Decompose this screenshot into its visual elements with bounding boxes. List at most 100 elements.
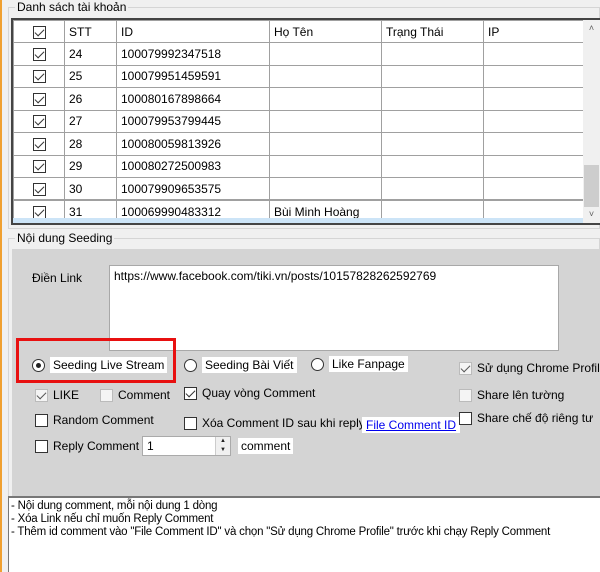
table-row[interactable]: 29 100080272500983 <box>13 154 585 178</box>
option-reply-comment[interactable]: Reply Comment <box>35 439 139 453</box>
option-share-wall[interactable]: Share lên tường <box>459 388 564 402</box>
reply-comment-checkbox[interactable] <box>35 439 48 453</box>
scroll-down-icon[interactable]: ˅ <box>583 206 600 223</box>
scroll-up-icon[interactable]: ˄ <box>583 20 600 37</box>
accounts-grid[interactable]: STT ID Họ Tên Trạng Thái IP 24 1000799923… <box>11 18 600 225</box>
column-header-status[interactable]: Trạng Thái <box>381 20 484 43</box>
like-label: LIKE <box>53 388 80 402</box>
radio-bai-viet[interactable] <box>184 358 197 372</box>
cell-status[interactable] <box>381 42 484 66</box>
share-wall-checkbox[interactable] <box>459 388 472 402</box>
cell-stt[interactable]: 26 <box>64 87 117 111</box>
table-row[interactable]: 24 100079992347518 <box>13 42 585 66</box>
cell-status[interactable] <box>381 64 484 88</box>
row-checkbox[interactable] <box>32 115 46 129</box>
row-select-cell[interactable] <box>13 42 65 66</box>
cell-ip[interactable] <box>483 177 585 201</box>
scroll-thumb[interactable] <box>584 165 599 207</box>
reply-count-stepper[interactable]: 1 ▲ ▼ <box>142 436 231 456</box>
cell-name[interactable] <box>269 64 382 88</box>
row-checkbox[interactable] <box>32 182 46 196</box>
file-comment-id-link[interactable]: File Comment ID <box>362 417 461 433</box>
cell-stt[interactable]: 28 <box>64 132 117 156</box>
option-rotate-comment[interactable]: Quay vòng Comment <box>184 386 315 400</box>
comment-checkbox[interactable] <box>100 388 113 402</box>
row-checkbox[interactable] <box>32 160 46 174</box>
row-select-cell[interactable] <box>13 64 65 88</box>
cell-id[interactable]: 100080167898664 <box>116 87 270 111</box>
select-all-checkbox[interactable] <box>32 25 46 39</box>
mode-like-fanpage[interactable]: Like Fanpage <box>311 356 408 372</box>
cell-id[interactable]: 100080059813926 <box>116 132 270 156</box>
cell-ip[interactable] <box>483 154 585 178</box>
cell-name[interactable] <box>269 132 382 156</box>
use-chrome-profile-checkbox[interactable] <box>459 361 472 375</box>
cell-id[interactable]: 100079953799445 <box>116 109 270 133</box>
cell-status[interactable] <box>381 132 484 156</box>
link-input[interactable]: https://www.facebook.com/tiki.vn/posts/1… <box>109 265 559 351</box>
stepper-buttons[interactable]: ▲ ▼ <box>215 437 230 455</box>
option-share-private[interactable]: Share chế độ riêng tư <box>459 411 593 425</box>
cell-id[interactable]: 100079992347518 <box>116 42 270 66</box>
cell-stt[interactable]: 25 <box>64 64 117 88</box>
row-select-cell[interactable] <box>13 132 65 156</box>
option-like[interactable]: LIKE <box>35 388 79 402</box>
header-select-all[interactable] <box>13 20 65 43</box>
row-checkbox[interactable] <box>32 205 46 219</box>
row-select-cell[interactable] <box>13 154 65 178</box>
table-row[interactable]: 28 100080059813926 <box>13 132 585 156</box>
cell-status[interactable] <box>381 109 484 133</box>
row-checkbox[interactable] <box>32 70 46 84</box>
option-comment[interactable]: Comment <box>100 388 170 402</box>
cell-ip[interactable] <box>483 64 585 88</box>
table-row[interactable]: 25 100079951459591 <box>13 64 585 88</box>
cell-ip[interactable] <box>483 109 585 133</box>
option-random-comment[interactable]: Random Comment <box>35 413 154 427</box>
cell-status[interactable] <box>381 177 484 201</box>
cell-stt[interactable]: 24 <box>64 42 117 66</box>
row-select-cell[interactable] <box>13 109 65 133</box>
cell-id[interactable]: 100079909653575 <box>116 177 270 201</box>
like-checkbox[interactable] <box>35 388 48 402</box>
reply-count-value[interactable]: 1 <box>147 439 154 453</box>
radio-like-fanpage[interactable] <box>311 357 324 371</box>
option-use-chrome-profile[interactable]: Sử dụng Chrome Profile <box>459 361 600 375</box>
table-row[interactable]: 27 100079953799445 <box>13 109 585 133</box>
cell-status[interactable] <box>381 87 484 111</box>
row-checkbox[interactable] <box>32 47 46 61</box>
cell-name[interactable] <box>269 177 382 201</box>
row-select-cell[interactable] <box>13 177 65 201</box>
option-delete-comment-id[interactable]: Xóa Comment ID sau khi reply <box>184 416 365 430</box>
row-select-cell[interactable] <box>13 87 65 111</box>
column-header-ip[interactable]: IP <box>483 20 585 43</box>
comment-content-textarea[interactable]: - Nội dung comment, mỗi nội dung 1 dòng … <box>8 496 600 572</box>
cell-status[interactable] <box>381 154 484 178</box>
row-checkbox[interactable] <box>32 92 46 106</box>
column-header-name[interactable]: Họ Tên <box>269 20 382 43</box>
cell-name[interactable] <box>269 42 382 66</box>
stepper-up-icon[interactable]: ▲ <box>216 437 230 446</box>
table-row[interactable]: 26 100080167898664 <box>13 87 585 111</box>
table-row[interactable]: 30 100079909653575 <box>13 177 585 201</box>
cell-stt[interactable]: 30 <box>64 177 117 201</box>
cell-ip[interactable] <box>483 42 585 66</box>
random-comment-checkbox[interactable] <box>35 413 48 427</box>
cell-ip[interactable] <box>483 132 585 156</box>
cell-name[interactable] <box>269 87 382 111</box>
delete-comment-id-checkbox[interactable] <box>184 416 197 430</box>
share-private-checkbox[interactable] <box>459 411 472 425</box>
cell-stt[interactable]: 29 <box>64 154 117 178</box>
cell-ip[interactable] <box>483 87 585 111</box>
rotate-comment-checkbox[interactable] <box>184 386 197 400</box>
column-header-id[interactable]: ID <box>116 20 270 43</box>
stepper-down-icon[interactable]: ▼ <box>216 446 230 455</box>
row-checkbox[interactable] <box>32 137 46 151</box>
mode-seeding-bai-viet[interactable]: Seeding Bài Viết <box>184 357 297 373</box>
cell-id[interactable]: 100080272500983 <box>116 154 270 178</box>
cell-id[interactable]: 100079951459591 <box>116 64 270 88</box>
grid-vertical-scrollbar[interactable]: ˄ ˅ <box>583 20 600 223</box>
cell-stt[interactable]: 27 <box>64 109 117 133</box>
cell-name[interactable] <box>269 109 382 133</box>
cell-name[interactable] <box>269 154 382 178</box>
column-header-stt[interactable]: STT <box>64 20 117 43</box>
